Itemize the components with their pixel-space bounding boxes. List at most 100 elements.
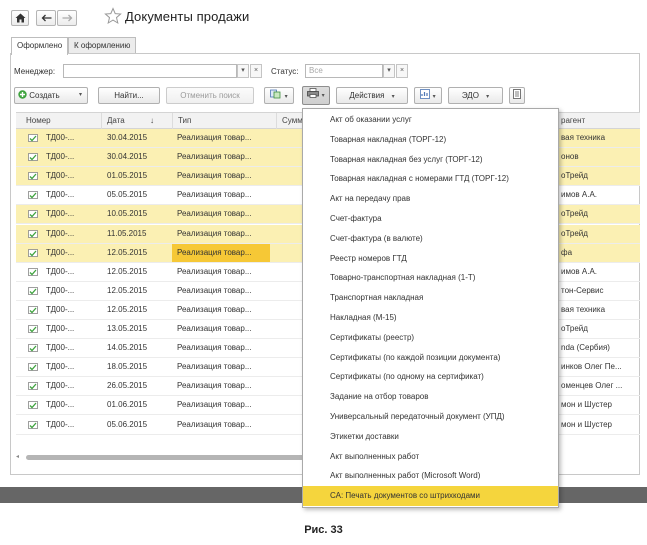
posted-document-icon	[28, 286, 38, 295]
print-menu-item[interactable]: Товарная накладная без услуг (ТОРГ-12)	[303, 150, 558, 170]
manager-label: Менеджер:	[14, 67, 56, 76]
column-header-date[interactable]: Дата ↓	[101, 113, 172, 129]
scrollbar-thumb[interactable]	[26, 455, 316, 460]
cell-partner: имов А.А.	[561, 190, 598, 200]
print-menu-item[interactable]: Транспортная накладная	[303, 288, 558, 308]
print-menu-item[interactable]: Товарно-транспортная накладная (1-Т)	[303, 268, 558, 288]
chevron-down-icon: ▾	[391, 94, 395, 100]
print-menu-item[interactable]: Акт выполненных работ	[303, 447, 558, 467]
cell-number: ТД00-...	[46, 343, 75, 353]
posted-document-icon	[28, 325, 38, 333]
print-button[interactable]: ▾	[302, 86, 330, 105]
forward-button[interactable]	[57, 10, 77, 26]
posted-document-icon	[28, 248, 38, 257]
cell-type: Реализация товар...	[177, 209, 252, 219]
cell-number: ТД00-...	[46, 419, 75, 429]
cell-type: Реализация товар...	[177, 171, 252, 181]
tab-to-form[interactable]: К оформлению	[68, 37, 137, 54]
sort-arrow-icon: ↓	[150, 116, 154, 125]
cell-number: ТД00-...	[46, 247, 75, 257]
arrow-right-icon	[62, 14, 72, 22]
cell-partner: мон и Шустер	[561, 419, 612, 429]
status-field[interactable]: Все	[305, 64, 383, 78]
cell-type: Реализация товар...	[177, 133, 252, 142]
column-header-type[interactable]: Тип	[172, 113, 276, 129]
cell-type: Реализация товар...	[177, 228, 252, 238]
cell-number: ТД00-...	[46, 133, 75, 142]
cell-type: Реализация товар...	[177, 285, 252, 295]
plus-circle-icon	[18, 90, 27, 99]
cell-number: ТД00-...	[46, 209, 75, 219]
cell-partner: оТрейд	[561, 209, 588, 219]
cell-type: Реализация товар...	[177, 190, 252, 200]
create-button[interactable]: Создать ▾	[14, 87, 88, 104]
scroll-left-arrow[interactable]: ◂	[16, 453, 19, 460]
print-menu-item[interactable]: Товарная накладная (ТОРГ-12)	[303, 130, 558, 150]
print-menu-item[interactable]: Реестр номеров ГТД	[303, 249, 558, 269]
cell-number: ТД00-...	[46, 190, 75, 200]
cell-number: ТД00-...	[46, 285, 75, 295]
column-header-number[interactable]: Номер	[26, 113, 51, 129]
print-menu-item[interactable]: Акт на передачу прав	[303, 189, 558, 209]
create-based-on-icon	[270, 89, 281, 99]
cell-date: 01.05.2015	[107, 171, 148, 181]
manager-field[interactable]	[63, 64, 237, 78]
find-button[interactable]: Найти...	[98, 87, 160, 104]
status-dropdown-button[interactable]: ▾	[383, 64, 395, 78]
posted-document-icon	[28, 363, 38, 372]
actions-button[interactable]: Действия ▾	[336, 87, 408, 104]
status-clear-button[interactable]: ×	[396, 64, 408, 78]
column-header-date-label: Дата	[107, 116, 125, 125]
posted-document-icon	[28, 344, 38, 352]
reports-button[interactable]: ▾	[414, 87, 442, 104]
printer-icon	[307, 88, 320, 98]
chevron-down-icon: ▾	[432, 94, 436, 100]
cell-partner: вая техника	[561, 133, 606, 142]
column-header-sum[interactable]: Сумм	[276, 113, 304, 129]
status-label: Статус:	[271, 67, 299, 76]
print-menu-item[interactable]: Сертификаты (по каждой позиции документа…	[303, 348, 558, 368]
print-menu-item[interactable]: Акт выполненных работ (Microsoft Word)	[303, 466, 558, 486]
favorite-star-icon[interactable]	[104, 7, 122, 25]
cell-number: ТД00-...	[46, 304, 75, 314]
posted-document-icon	[28, 134, 38, 142]
posted-document-icon	[28, 401, 38, 410]
edo-button-label: ЭДО	[461, 91, 479, 100]
posted-document-icon	[28, 229, 38, 238]
cell-partner: оТрейд	[561, 228, 588, 238]
manager-dropdown-button[interactable]: ▾	[237, 64, 249, 78]
chevron-down-icon: ▾	[486, 94, 490, 100]
print-menu-item[interactable]: Этикетки доставки	[303, 427, 558, 447]
print-menu-item[interactable]: Задание на отбор товаров	[303, 387, 558, 407]
report-icon	[420, 89, 431, 99]
print-menu-item[interactable]: Счет-фактура	[303, 209, 558, 229]
posted-document-icon	[28, 382, 38, 391]
column-header-partner[interactable]: рагент	[561, 113, 585, 129]
cell-type: Реализация товар...	[177, 324, 252, 333]
print-menu-item[interactable]: Акт об оказании услуг	[303, 110, 558, 130]
cell-type: Реализация товар...	[177, 400, 252, 410]
print-menu-item[interactable]: Сертификаты (по одному на сертификат)	[303, 367, 558, 387]
posted-document-icon	[28, 172, 38, 181]
home-button[interactable]	[11, 10, 29, 26]
manager-clear-button[interactable]: ×	[250, 64, 262, 78]
cell-number: ТД00-...	[46, 324, 75, 333]
print-menu-item[interactable]: Универсальный передаточный документ (УПД…	[303, 407, 558, 427]
cell-type: Реализация товар...	[172, 243, 270, 262]
cell-number: ТД00-...	[46, 362, 75, 372]
cell-number: ТД00-...	[46, 381, 75, 391]
print-menu-item[interactable]: Товарная накладная с номерами ГТД (ТОРГ-…	[303, 169, 558, 189]
cell-partner: имов А.А.	[561, 266, 598, 276]
create-based-on-button[interactable]: ▾	[264, 87, 294, 104]
cell-date: 10.05.2015	[107, 209, 148, 219]
cell-partner: вая техника	[561, 304, 606, 314]
print-menu-item[interactable]: СА: Печать документов со штрихкодами	[303, 486, 558, 506]
cancel-search-button[interactable]: Отменить поиск	[166, 87, 254, 104]
edo-button[interactable]: ЭДО ▾	[448, 87, 503, 104]
print-menu-item[interactable]: Сертификаты (реестр)	[303, 328, 558, 348]
tab-formed[interactable]: Оформлено	[11, 37, 69, 55]
print-menu-item[interactable]: Накладная (М-15)	[303, 308, 558, 328]
print-menu-item[interactable]: Счет-фактура (в валюте)	[303, 229, 558, 249]
list-settings-button[interactable]	[509, 87, 525, 104]
back-button[interactable]	[36, 10, 56, 26]
